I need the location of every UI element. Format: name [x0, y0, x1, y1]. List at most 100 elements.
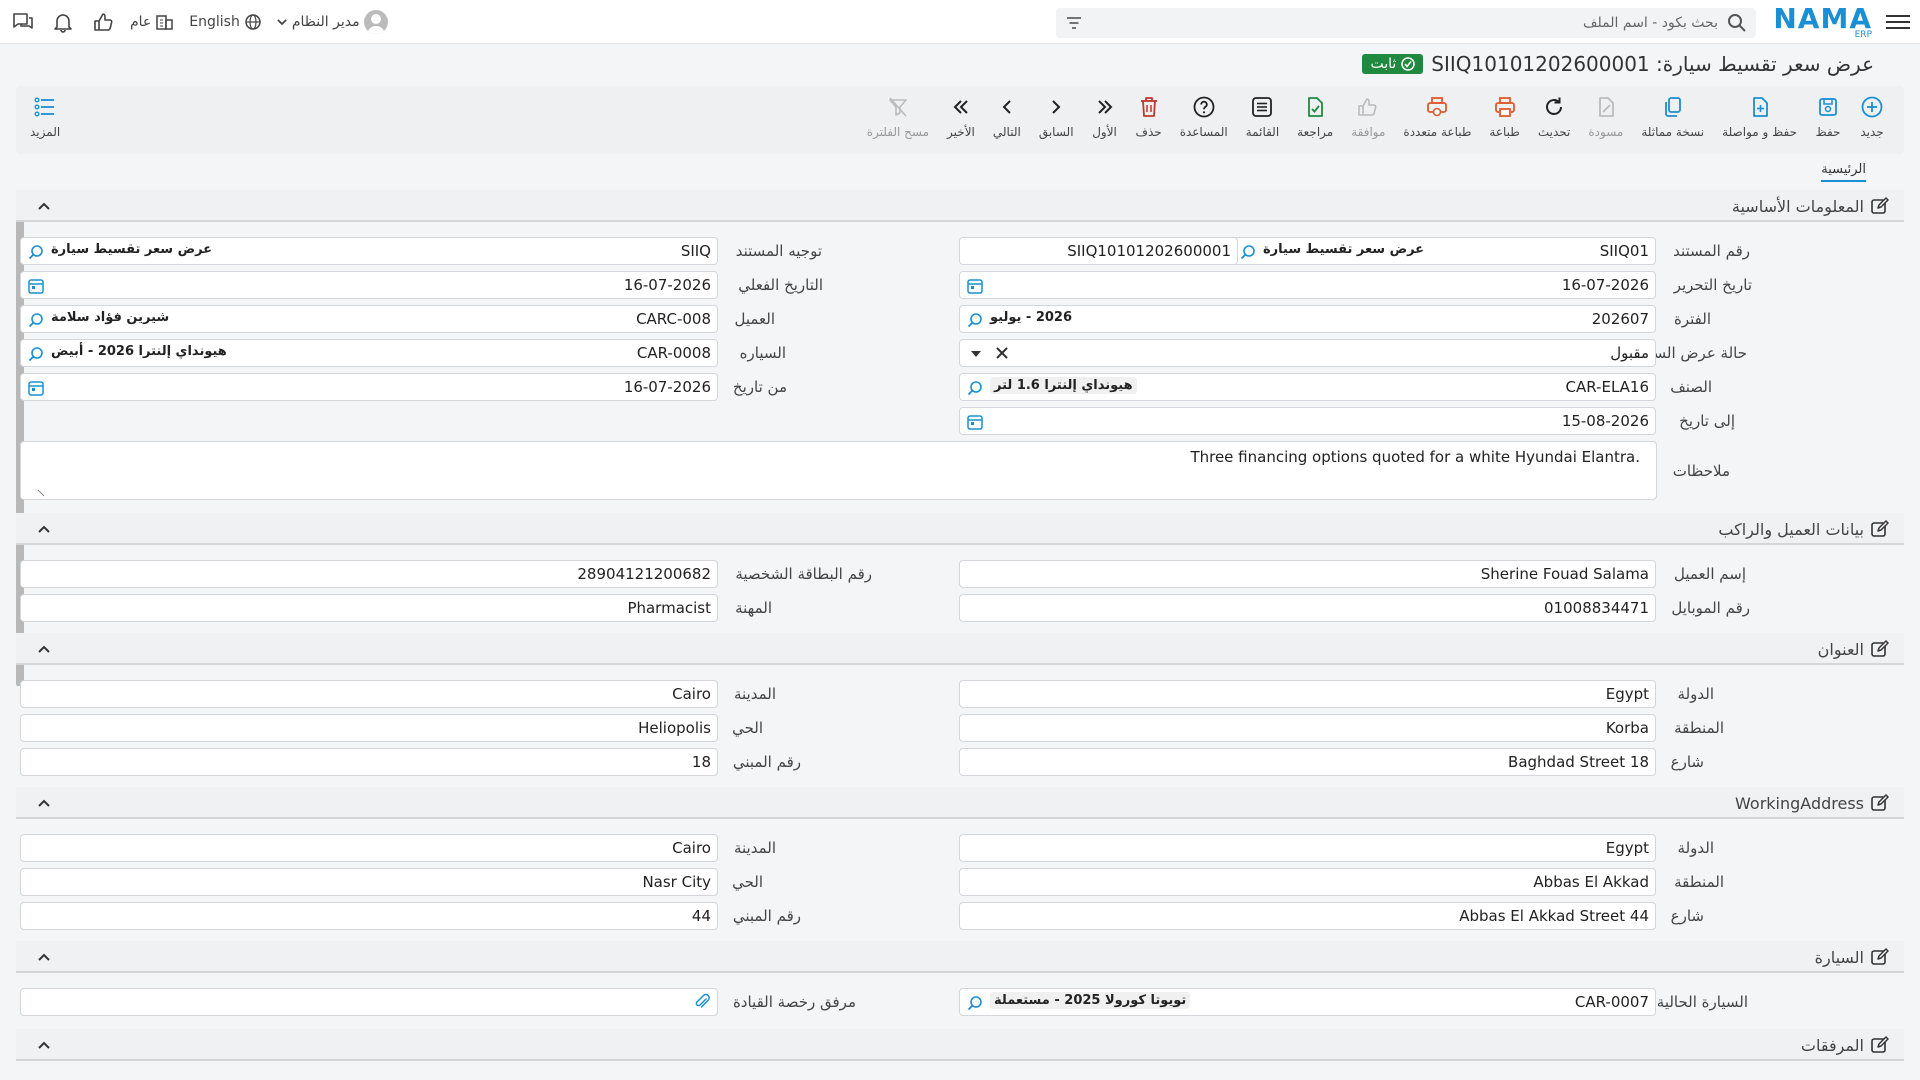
- language-label: English: [189, 14, 240, 30]
- mobile-field[interactable]: 01008834471: [959, 594, 1656, 622]
- delete-button[interactable]: حذف: [1127, 94, 1171, 139]
- new-button[interactable]: جديد: [1850, 94, 1894, 139]
- top-bar-right: NAMA ERP: [1773, 0, 1910, 44]
- doc-direction-field[interactable]: SIIQ عرض سعر تقسيط سيارة: [20, 237, 718, 265]
- current-car-field[interactable]: CAR-0007 تويوتا كورولا 2025 - مستعملة: [959, 988, 1656, 1016]
- review-button[interactable]: مراجعة: [1288, 94, 1342, 139]
- filter-icon[interactable]: [1064, 13, 1084, 33]
- clear-icon[interactable]: [994, 345, 1010, 361]
- period-field[interactable]: 202607 2026 - يوليو: [959, 305, 1656, 333]
- chevron-up-icon[interactable]: [36, 1037, 52, 1053]
- district-label: الحي: [732, 719, 763, 737]
- to-date-field[interactable]: 15-08-2026: [959, 407, 1656, 435]
- calendar-icon[interactable]: [966, 413, 984, 431]
- lookup-search-icon[interactable]: [1239, 243, 1257, 261]
- job-field[interactable]: Pharmacist: [20, 594, 718, 622]
- car-field[interactable]: CAR-0008 هيونداي إلنترا 2026 - أبيض: [20, 339, 718, 367]
- next-button[interactable]: التالي: [984, 94, 1030, 139]
- country-field[interactable]: Egypt: [959, 680, 1656, 708]
- more-button[interactable]: المزيد: [30, 94, 60, 139]
- user-menu[interactable]: مدير النظام: [276, 10, 388, 34]
- city-field[interactable]: Cairo: [20, 680, 718, 708]
- section-customer-header[interactable]: بيانات العميل والراكب: [16, 513, 1904, 545]
- doc-number-field[interactable]: SIIQ10101202600001: [959, 237, 1238, 265]
- work-street-field[interactable]: Abbas El Akkad Street 44: [959, 902, 1656, 930]
- quote-status-select[interactable]: مقبول: [959, 339, 1656, 367]
- save-button[interactable]: حفظ: [1806, 94, 1850, 139]
- section-work-address-title: WorkingAddress: [1735, 793, 1864, 813]
- draft-button[interactable]: مسودة: [1579, 94, 1632, 139]
- section-attachments-header[interactable]: المرفقات: [16, 1029, 1904, 1061]
- actual-date-label: التاريخ الفعلي: [738, 276, 823, 294]
- thumbs-up-icon[interactable]: [90, 9, 116, 35]
- search-icon[interactable]: [1726, 12, 1748, 34]
- print-button[interactable]: طباعة: [1480, 94, 1528, 139]
- chevron-up-icon[interactable]: [36, 198, 52, 214]
- lookup-search-icon[interactable]: [966, 379, 984, 397]
- first-button[interactable]: الأول: [1083, 94, 1127, 139]
- building-field[interactable]: 18: [20, 748, 718, 776]
- paperclip-icon[interactable]: [693, 993, 711, 1011]
- calendar-icon[interactable]: [27, 379, 45, 397]
- multi-print-button[interactable]: طباعة متعددة: [1394, 94, 1480, 139]
- work-district-field[interactable]: Nasr City: [20, 868, 718, 896]
- resize-handle-icon[interactable]: [37, 489, 45, 497]
- from-date-field[interactable]: 16-07-2026: [20, 373, 718, 401]
- doc-type-field[interactable]: SIIQ01 عرض سعر تقسيط سيارة: [1232, 237, 1656, 265]
- calendar-icon[interactable]: [27, 277, 45, 295]
- chevron-up-icon[interactable]: [36, 949, 52, 965]
- help-button[interactable]: المساعدة: [1171, 94, 1237, 139]
- issue-date-field[interactable]: 16-07-2026: [959, 271, 1656, 299]
- national-id-field[interactable]: 28904121200682: [20, 560, 718, 588]
- lookup-search-icon[interactable]: [966, 994, 984, 1012]
- work-building-field[interactable]: 44: [20, 902, 718, 930]
- doc-number-value: SIIQ10101202600001: [1067, 242, 1231, 260]
- work-country-field[interactable]: Egypt: [959, 834, 1656, 862]
- language-switch[interactable]: English: [189, 13, 262, 31]
- customer-name-field[interactable]: Sherine Fouad Salama: [959, 560, 1656, 588]
- section-address-header[interactable]: العنوان: [16, 633, 1904, 665]
- lookup-search-icon[interactable]: [27, 243, 45, 261]
- dropdown-caret-icon[interactable]: [970, 349, 982, 359]
- chevron-up-icon[interactable]: [36, 795, 52, 811]
- region-field[interactable]: Korba: [959, 714, 1656, 742]
- calendar-icon[interactable]: [966, 277, 984, 295]
- chevron-up-icon[interactable]: [36, 641, 52, 657]
- approve-button[interactable]: موافقة: [1342, 94, 1394, 139]
- item-field[interactable]: CAR-ELA16 هيونداي إلنترا 1.6 لتر: [959, 373, 1656, 401]
- district-field[interactable]: Heliopolis: [20, 714, 718, 742]
- street-field[interactable]: Baghdad Street 18: [959, 748, 1656, 776]
- city-label: المدينة: [733, 685, 776, 703]
- actual-date-field[interactable]: 16-07-2026: [20, 271, 718, 299]
- license-attachment-field[interactable]: [20, 988, 718, 1016]
- chevron-up-icon[interactable]: [36, 521, 52, 537]
- work-street-value: Abbas El Akkad Street 44: [1459, 907, 1649, 925]
- list-button[interactable]: القائمة: [1237, 94, 1288, 139]
- customer-field[interactable]: CARC-008 شيرين فؤاد سلامة: [20, 305, 718, 333]
- section-work-address-header[interactable]: WorkingAddress: [16, 787, 1904, 819]
- save-continue-button[interactable]: حفظ و مواصلة: [1713, 94, 1806, 139]
- work-city-field[interactable]: Cairo: [20, 834, 718, 862]
- work-region-field[interactable]: Abbas El Akkad: [959, 868, 1656, 896]
- search-input[interactable]: [1118, 8, 1718, 38]
- clear-filter-button[interactable]: مسح الفلترة: [858, 94, 938, 139]
- scope-label: عام: [130, 14, 152, 30]
- file-plus-icon: [1747, 94, 1773, 120]
- duplicate-button[interactable]: نسخة مماثلة: [1632, 94, 1713, 139]
- scope-switch[interactable]: عام: [130, 12, 175, 32]
- previous-button[interactable]: السابق: [1030, 94, 1083, 139]
- refresh-button[interactable]: تحديث: [1529, 94, 1580, 139]
- bell-icon[interactable]: [50, 9, 76, 35]
- lookup-search-icon[interactable]: [27, 311, 45, 329]
- section-basic-header[interactable]: المعلومات الأساسية: [16, 190, 1904, 222]
- last-button[interactable]: الأخير: [938, 94, 984, 139]
- section-vehicle-header[interactable]: السيارة: [16, 941, 1904, 973]
- lookup-search-icon[interactable]: [966, 311, 984, 329]
- menu-icon[interactable]: [1886, 0, 1910, 44]
- lookup-search-icon[interactable]: [27, 345, 45, 363]
- chat-icon[interactable]: [10, 9, 36, 35]
- app-logo[interactable]: NAMA ERP: [1773, 4, 1872, 40]
- quote-status-value: مقبول: [1610, 344, 1649, 362]
- tab-main[interactable]: الرئيسية: [1821, 162, 1866, 182]
- notes-textarea[interactable]: Three financing options quoted for a whi…: [20, 441, 1657, 500]
